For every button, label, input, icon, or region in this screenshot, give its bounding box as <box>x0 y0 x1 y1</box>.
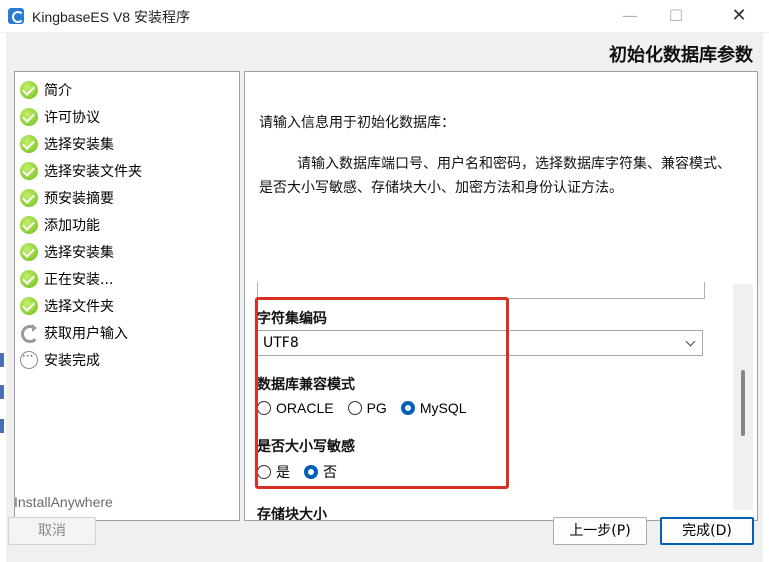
steps-panel: 简介 许可协议 选择安装集 选择安装文件夹 预安装摘要 添加功能 选择安装集 正… <box>14 71 240 521</box>
step-item: 正在安装... <box>20 269 113 289</box>
check-icon <box>20 297 38 315</box>
done-button[interactable]: 完成(D) <box>660 517 754 545</box>
maximize-button[interactable]: ☐ <box>653 0 699 32</box>
highlight-box <box>255 297 509 489</box>
step-label: 选择安装文件夹 <box>44 164 142 180</box>
step-item: 预安装摘要 <box>20 188 114 208</box>
previous-button[interactable]: 上一步(P) <box>553 517 647 545</box>
step-label: 选择安装集 <box>44 245 114 261</box>
vendor-label: InstallAnywhere <box>14 494 113 510</box>
intro-text: 请输入信息用于初始化数据库： <box>259 115 455 131</box>
step-label: 简介 <box>44 83 72 99</box>
cancel-button[interactable]: 取消 <box>8 517 96 545</box>
step-label: 预安装摘要 <box>44 191 114 207</box>
content-panel[interactable]: 请输入信息用于初始化数据库： 请输入数据库端口号、用户名和密码，选择数据库字符集… <box>244 71 758 521</box>
check-icon <box>20 270 38 288</box>
step-label: 安装完成 <box>44 353 100 369</box>
step-label: 添加功能 <box>44 218 100 234</box>
check-icon <box>20 243 38 261</box>
step-label: 获取用户输入 <box>44 326 128 342</box>
window-title: KingbaseES V8 安装程序 <box>32 9 190 25</box>
check-icon <box>20 189 38 207</box>
page-title: 初始化数据库参数 <box>609 45 753 66</box>
step-item: 选择安装集 <box>20 134 114 154</box>
check-icon <box>20 81 38 99</box>
title-bar: KingbaseES V8 安装程序 — ☐ ✕ <box>0 0 769 33</box>
step-item: 选择文件夹 <box>20 296 114 316</box>
step-item: 安装完成 <box>20 349 100 370</box>
step-item: 许可协议 <box>20 107 100 127</box>
step-label: 正在安装... <box>44 272 114 288</box>
check-icon <box>20 216 38 234</box>
minimize-button[interactable]: — <box>607 0 653 32</box>
installer-body: 初始化数据库参数 简介 许可协议 选择安装集 选择安装文件夹 预安装摘要 添加功… <box>6 33 763 562</box>
check-icon <box>20 108 38 126</box>
step-label: 选择安装集 <box>44 137 114 153</box>
step-label: 许可协议 <box>44 110 100 126</box>
step-item: 选择安装集 <box>20 242 114 262</box>
check-icon <box>20 135 38 153</box>
step-item: 简介 <box>20 80 72 100</box>
chevron-down-icon <box>685 336 696 347</box>
step-label: 选择文件夹 <box>44 299 114 315</box>
step-item-current: 获取用户输入 <box>20 323 128 343</box>
step-item: 添加功能 <box>20 215 100 235</box>
block-size-label: 存储块大小 <box>257 507 327 521</box>
refresh-arrow-icon <box>20 324 39 343</box>
description-text: 请输入数据库端口号、用户名和密码，选择数据库字符集、兼容模式、是否大小写敏感、存… <box>259 156 731 196</box>
ellipsis-circle-icon <box>20 349 38 369</box>
close-button[interactable]: ✕ <box>716 0 762 32</box>
check-icon <box>20 162 38 180</box>
scrollbar-thumb[interactable] <box>741 370 745 436</box>
app-icon <box>8 8 24 24</box>
step-item: 选择安装文件夹 <box>20 161 142 181</box>
